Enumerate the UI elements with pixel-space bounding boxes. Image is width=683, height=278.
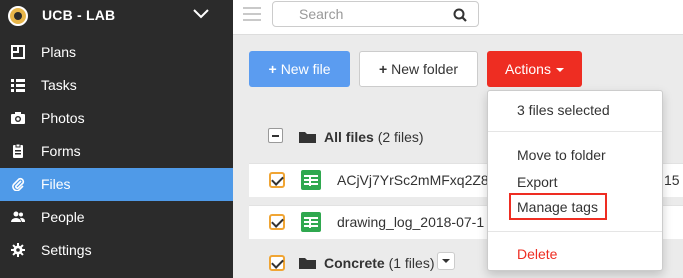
sidebar-item-label: People — [41, 209, 85, 225]
paperclip-icon — [12, 177, 25, 191]
project-title: UCB - LAB — [42, 7, 116, 23]
app-window: UCB - LAB Plans Tasks Photos Forms Files… — [0, 0, 683, 278]
spreadsheet-icon — [301, 170, 321, 190]
clipboard-icon — [13, 144, 23, 158]
sidebar-item-settings[interactable]: Settings — [0, 234, 233, 267]
search-input[interactable] — [273, 2, 443, 26]
sidebar-item-people[interactable]: People — [0, 201, 233, 234]
search-box — [272, 1, 479, 27]
select-all-checkbox[interactable] — [268, 128, 283, 143]
sidebar-item-photos[interactable]: Photos — [0, 102, 233, 135]
sidebar: UCB - LAB Plans Tasks Photos Forms Files… — [0, 0, 233, 278]
sidebar-item-label: Tasks — [41, 77, 77, 93]
new-file-button[interactable]: + New file — [249, 51, 350, 87]
folder-count: (1 files) — [388, 255, 435, 271]
new-file-label: New file — [280, 61, 331, 77]
file-name-tail: 15 — [664, 172, 680, 188]
delete-item[interactable]: Delete — [517, 246, 557, 262]
folder-label: Concrete — [324, 255, 385, 271]
menu-divider — [488, 131, 662, 132]
actions-dropdown-menu: 3 files selected Move to folder Export M… — [487, 90, 663, 271]
sidebar-item-plans[interactable]: Plans — [0, 36, 233, 69]
file-name[interactable]: drawing_log_2018-07-1 — [337, 214, 484, 230]
all-files-count: (2 files) — [377, 129, 424, 145]
file-name[interactable]: ACjVj7YrSc2mMFxq2Z8 — [337, 172, 489, 188]
row-checkbox[interactable] — [269, 214, 285, 230]
sidebar-item-tasks[interactable]: Tasks — [0, 69, 233, 102]
caret-down-icon — [555, 68, 564, 72]
sidebar-item-label: Plans — [41, 44, 77, 60]
sidebar-item-label: Forms — [41, 143, 81, 159]
all-files-header: All files (2 files) — [324, 129, 424, 145]
move-to-folder-item[interactable]: Move to folder — [517, 147, 606, 163]
new-folder-button[interactable]: + New folder — [359, 51, 478, 87]
folder-icon — [299, 258, 316, 269]
folder-dropdown-button[interactable] — [437, 252, 455, 270]
gear-icon — [11, 243, 25, 257]
row-checkbox[interactable] — [269, 172, 285, 188]
search-icon[interactable] — [445, 5, 475, 25]
folder-checkbox[interactable] — [269, 255, 285, 271]
sidebar-item-label: Settings — [41, 242, 92, 258]
tasks-icon — [11, 79, 25, 92]
people-icon — [11, 211, 25, 222]
chevron-down-icon[interactable] — [192, 6, 210, 22]
actions-button[interactable]: Actions — [487, 51, 582, 87]
menu-divider — [488, 231, 662, 232]
all-files-label: All files — [324, 129, 374, 145]
highlight-box — [509, 193, 607, 220]
project-logo-icon — [8, 6, 28, 26]
export-item[interactable]: Export — [517, 174, 557, 190]
plans-icon — [11, 45, 25, 59]
hamburger-menu-icon[interactable] — [243, 7, 261, 21]
plus-icon: + — [268, 61, 277, 77]
folder-row-concrete[interactable]: Concrete (1 files) — [324, 255, 434, 271]
selection-count: 3 files selected — [517, 102, 610, 118]
top-bar — [233, 0, 683, 35]
new-folder-label: New folder — [391, 61, 459, 77]
sidebar-item-forms[interactable]: Forms — [0, 135, 233, 168]
folder-icon — [299, 132, 316, 143]
sidebar-item-label: Files — [41, 176, 71, 192]
sidebar-item-files[interactable]: Files — [0, 168, 233, 201]
camera-icon — [11, 112, 25, 124]
plus-icon: + — [378, 61, 388, 77]
sidebar-header[interactable]: UCB - LAB — [0, 0, 233, 35]
spreadsheet-icon — [301, 212, 321, 232]
sidebar-item-label: Photos — [41, 110, 85, 126]
actions-label: Actions — [505, 61, 551, 77]
